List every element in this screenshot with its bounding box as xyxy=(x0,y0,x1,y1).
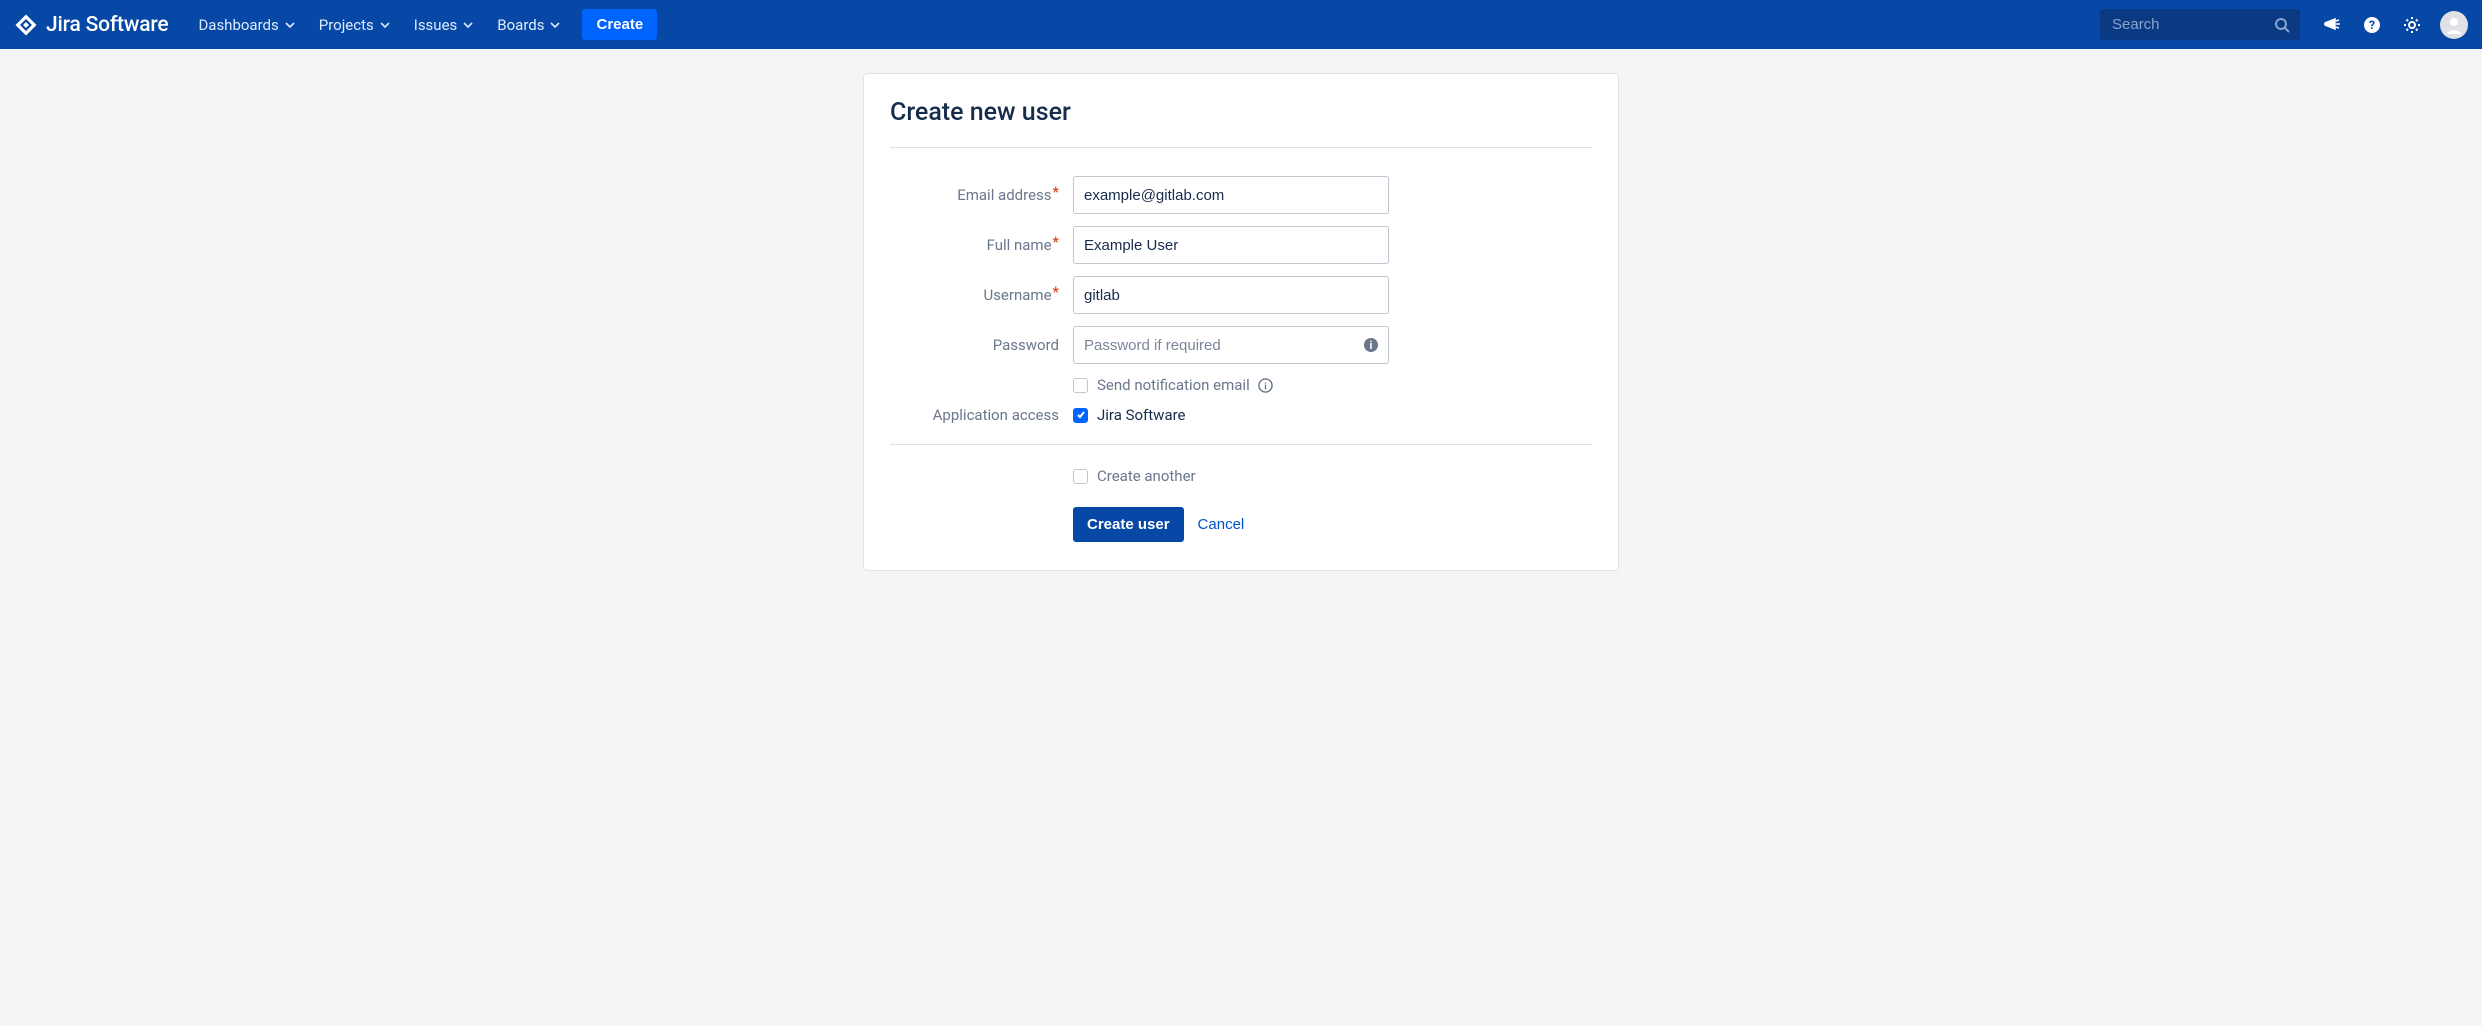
create-another-label: Create another xyxy=(1097,467,1196,485)
info-icon[interactable]: i xyxy=(1258,378,1273,393)
jira-software-option: Jira Software xyxy=(1097,406,1186,424)
create-button[interactable]: Create xyxy=(582,9,657,40)
nav-dashboards[interactable]: Dashboards xyxy=(188,8,304,42)
app-access-label: Application access xyxy=(890,406,1073,424)
username-field[interactable] xyxy=(1073,276,1389,314)
info-icon[interactable]: i xyxy=(1363,337,1379,353)
brand-name: Jira Software xyxy=(46,13,168,37)
chevron-down-icon xyxy=(550,20,560,30)
send-notification-label: Send notification email xyxy=(1097,376,1250,394)
email-field[interactable] xyxy=(1073,176,1389,214)
help-icon[interactable]: ? xyxy=(2354,7,2390,43)
create-another-checkbox[interactable] xyxy=(1073,469,1088,484)
chevron-down-icon xyxy=(463,20,473,30)
chevron-down-icon xyxy=(380,20,390,30)
email-label: Email address* xyxy=(890,186,1073,204)
svg-text:i: i xyxy=(1264,381,1266,392)
brand-logo[interactable]: Jira Software xyxy=(14,13,184,37)
jira-software-checkbox[interactable] xyxy=(1073,408,1088,423)
cancel-button[interactable]: Cancel xyxy=(1198,516,1245,533)
topbar: Jira Software Dashboards Projects Issues… xyxy=(0,0,2482,49)
search-input[interactable] xyxy=(2100,9,2300,40)
jira-logo-icon xyxy=(14,13,38,37)
username-label: Username* xyxy=(890,286,1073,304)
nav-boards[interactable]: Boards xyxy=(487,8,570,42)
password-field[interactable] xyxy=(1073,326,1389,364)
settings-icon[interactable] xyxy=(2394,7,2430,43)
nav-projects[interactable]: Projects xyxy=(309,8,400,42)
fullname-field[interactable] xyxy=(1073,226,1389,264)
fullname-label: Full name* xyxy=(890,236,1073,254)
create-user-panel: Create new user Email address* Full name… xyxy=(863,73,1619,571)
nav-issues[interactable]: Issues xyxy=(404,8,484,42)
create-user-button[interactable]: Create user xyxy=(1073,507,1184,542)
password-label: Password xyxy=(890,336,1073,354)
search-icon xyxy=(2274,17,2290,33)
svg-text:i: i xyxy=(1370,339,1373,352)
feedback-icon[interactable] xyxy=(2314,7,2350,43)
page-title: Create new user xyxy=(890,98,1592,127)
user-avatar[interactable] xyxy=(2440,11,2468,39)
send-notification-checkbox[interactable] xyxy=(1073,378,1088,393)
svg-text:?: ? xyxy=(2369,18,2375,32)
chevron-down-icon xyxy=(285,20,295,30)
